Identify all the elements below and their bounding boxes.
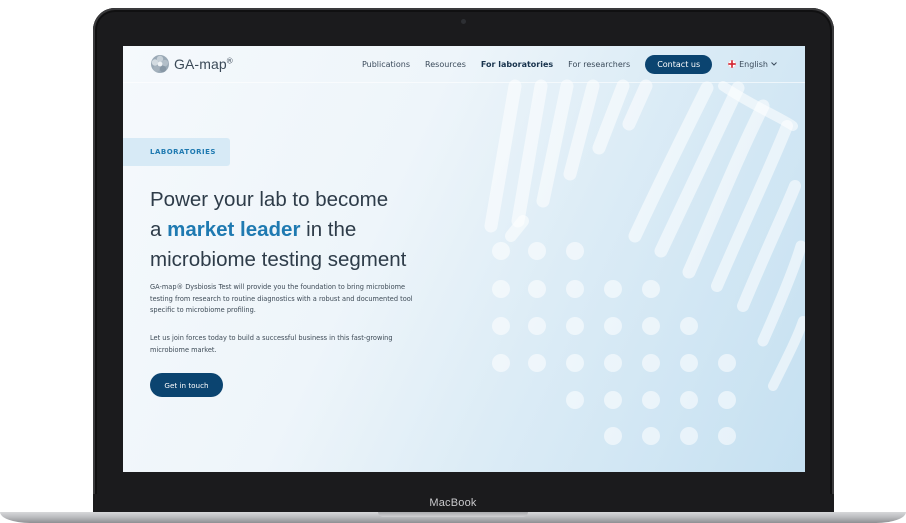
- nav-links: Publications Resources For laboratories …: [347, 46, 777, 82]
- website-screen: GA-map® Publications Resources For labor…: [123, 46, 805, 472]
- get-in-touch-button[interactable]: Get in touch: [150, 373, 223, 397]
- nav-link-publications[interactable]: Publications: [362, 60, 410, 69]
- language-label: English: [739, 59, 768, 69]
- logo-text: GA-map®: [174, 56, 233, 72]
- hero-headline: Power your lab to become a market leader…: [150, 185, 450, 275]
- language-selector[interactable]: English: [728, 60, 777, 69]
- nav-link-resources[interactable]: Resources: [425, 60, 466, 69]
- top-navigation: GA-map® Publications Resources For labor…: [123, 46, 805, 83]
- headline-suffix: in the: [300, 218, 357, 241]
- headline-line-1: Power your lab to become: [150, 188, 389, 211]
- hero-paragraph-2: Let us join forces today to build a succ…: [150, 334, 393, 354]
- headline-highlight: market leader: [167, 218, 301, 241]
- nav-link-for-researchers[interactable]: For researchers: [568, 60, 630, 69]
- uk-flag-icon: [728, 60, 737, 68]
- laptop-notch: [378, 512, 528, 517]
- contact-us-button[interactable]: Contact us: [645, 54, 713, 74]
- camera-icon: [461, 19, 466, 24]
- headline-line-3: microbiome testing segment: [150, 248, 407, 271]
- hero-paragraph-1: GA-map® Dysbiosis Test will provide you …: [150, 283, 413, 314]
- macbook-label: MacBook: [429, 497, 477, 509]
- section-tag: LABORATORIES: [123, 138, 230, 166]
- nav-link-for-laboratories[interactable]: For laboratories: [481, 60, 553, 69]
- site-logo[interactable]: GA-map®: [150, 54, 233, 74]
- headline-prefix: a: [150, 218, 168, 241]
- laptop-mockup: GA-map® Publications Resources For labor…: [0, 0, 906, 523]
- chevron-down-icon: [771, 62, 777, 66]
- logo-flower-icon: [151, 55, 169, 73]
